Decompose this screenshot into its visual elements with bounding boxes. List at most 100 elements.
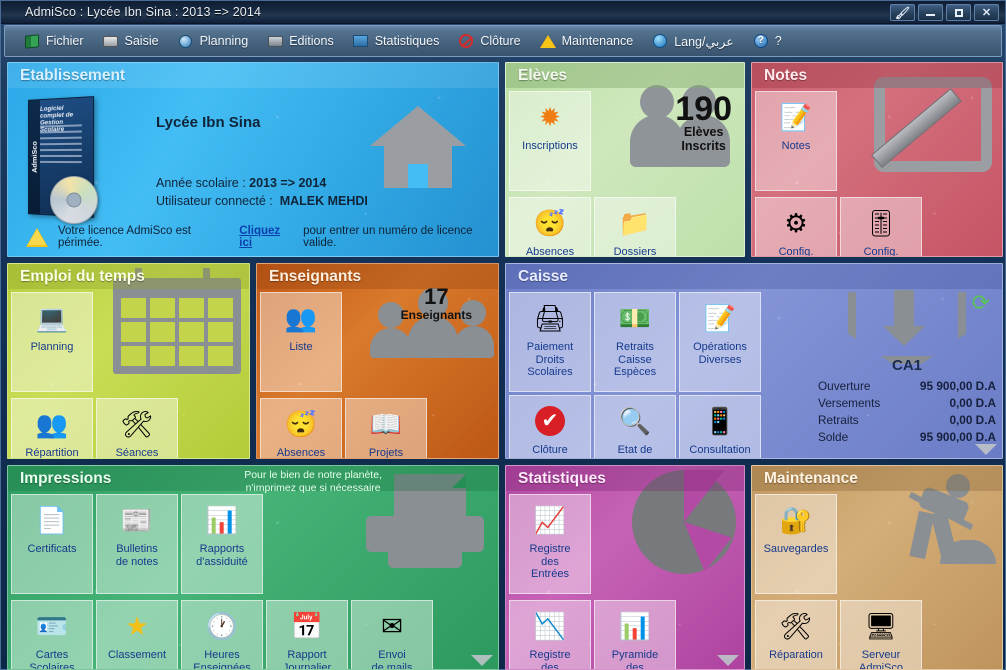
tile-label: Projets Pédagogiques [368, 447, 404, 459]
tile-serveur-admisco[interactable]: 🖥 Serveur AdmiSco [840, 600, 922, 669]
tile-pyramide-des-ages[interactable]: 📊 Pyramide des Âges [594, 600, 676, 669]
tile-label: Rapports d'assiduité [196, 543, 248, 568]
tile-inscriptions[interactable]: ✹ Inscriptions [509, 91, 591, 191]
bar-chart-icon: 📊 [618, 611, 652, 641]
calculator-icon: 📱 [703, 406, 737, 436]
statistiques-tiles: 📈 Registre des Entrées 📉 Registre des So… [506, 491, 744, 669]
tile-registre-sorties[interactable]: 📉 Registre des Sorties [509, 600, 591, 669]
tile-seances-enseignees[interactable]: 🛠 Séances enseignées [96, 398, 178, 458]
tile-operations-diverses[interactable]: 📝 Opérations Diverses [679, 292, 761, 392]
close-icon: ✕ [981, 7, 992, 19]
panel-title: Maintenance [752, 466, 1002, 491]
tile-rapport-journalier[interactable]: 📅 Rapport Journalier [266, 600, 348, 669]
title-bar: AdmiSco : Lycée Ibn Sina : 2013 => 2014 … [1, 1, 1005, 24]
summary-value: 95 900,00 D.A [919, 379, 996, 393]
tile-cloture-journee[interactable]: ✔ Clôture Journée [509, 395, 591, 458]
tile-dossiers[interactable]: 📁 Dossiers [594, 197, 676, 256]
tile-config-moyennes[interactable]: 🎚 Config. Moyennes [840, 197, 922, 256]
gear-window-icon: ⚙ [784, 208, 808, 238]
field-label: Utilisateur connecté : [156, 194, 273, 208]
tile-notes[interactable]: 📝 Notes [755, 91, 837, 191]
house-icon [370, 106, 466, 188]
tile-projets-pedagogiques[interactable]: 📖 Projets Pédagogiques [345, 398, 427, 459]
scroll-down-arrow[interactable] [471, 655, 493, 666]
menu-label: Fichier [46, 34, 84, 48]
tile-label: Inscriptions [522, 140, 578, 152]
tools-icon: 🛠 [120, 409, 154, 439]
impressions-tiles: 📄 Certificats 📰 Bulletins de notes 📊 Rap… [8, 491, 438, 670]
menu-lang[interactable]: Lang/عربي [643, 28, 742, 54]
menu-label: Clôture [480, 34, 521, 48]
tile-reparation[interactable]: 🛠 Réparation [755, 600, 837, 669]
panel-emploi-du-temps: Emploi du temps 💻 Planning 👥 Répartition… [7, 263, 250, 459]
tile-liste-enseignants[interactable]: 👥 Liste [260, 292, 342, 392]
menu-help[interactable]: ? ? [744, 28, 790, 54]
tile-certificats[interactable]: 📄 Certificats [11, 494, 93, 594]
theme-button[interactable]: 🖌 [890, 4, 915, 21]
close-button[interactable]: ✕ [974, 4, 999, 21]
menu-fichier[interactable]: Fichier [15, 28, 92, 54]
product-box-icon: AdmiSco Logiciel complet de Gestion Scol… [20, 96, 108, 226]
panel-maintenance: Maintenance 🔐 Sauvegardes 🛠 Réparation 🖥… [751, 465, 1003, 670]
magnifier-folder-icon: 🔍 [618, 406, 652, 436]
box-brand: AdmiSco [30, 141, 39, 173]
book-icon [23, 33, 41, 49]
maximize-icon [954, 8, 963, 17]
scroll-down-arrow[interactable] [975, 444, 997, 455]
tile-heures-enseignees[interactable]: 🕐 Heures Enseignées [181, 600, 263, 669]
window-title: AdmiSco : Lycée Ibn Sina : 2013 => 2014 [25, 5, 262, 19]
tile-envoi-de-mails[interactable]: ✉ Envoi de mails [351, 600, 433, 669]
tile-absences-eleves[interactable]: 😴 Absences [509, 197, 591, 256]
panel-caisse: Caisse ⟳ CA1 Ouverture 95 900,00 D.A Ver… [505, 263, 1003, 459]
menu-editions[interactable]: Editions [258, 28, 341, 54]
calendar-25-icon: 📅 [290, 611, 324, 641]
menu-planning[interactable]: Planning [169, 28, 257, 54]
notes-tiles: 📝 Notes ⚙ Config. Matières 🎚 Config. Moy… [752, 88, 1002, 256]
panel-statistiques: Statistiques 📈 Registre des Entrées 📉 Re… [505, 465, 745, 670]
menu-statistiques[interactable]: Statistiques [344, 28, 448, 54]
sliders-icon: 🎚 [864, 208, 898, 238]
panel-title: Notes [752, 63, 1002, 88]
tile-cartes-scolaires[interactable]: 🪪 Cartes Scolaires [11, 600, 93, 670]
tile-etat-paiement-droits[interactable]: 🔍 Etat de paiement des droits scolaires [594, 395, 676, 458]
money-stack-icon: 💵 [618, 303, 652, 333]
tile-sauvegardes[interactable]: 🔐 Sauvegardes [755, 494, 837, 594]
tile-label: Opérations Diverses [693, 341, 747, 366]
minimize-button[interactable] [918, 4, 943, 21]
tile-rapports-assiduite[interactable]: 📊 Rapports d'assiduité [181, 494, 263, 594]
tile-label: Bulletins de notes [115, 543, 159, 568]
tile-absences-enseignants[interactable]: 😴 Absences [260, 398, 342, 458]
scroll-down-arrow[interactable] [717, 655, 739, 666]
menu-label: ? [774, 34, 782, 48]
licence-link[interactable]: Cliquez ici [239, 225, 293, 249]
document-icon: 📄 [35, 505, 69, 535]
students-count-value: 190 [675, 90, 732, 128]
caisse-summary-area: ⟳ CA1 Ouverture 95 900,00 D.A Versements… [818, 290, 996, 446]
teachers-counter: 17 Enseignants [401, 286, 472, 323]
tile-classement[interactable]: ★ Classement [96, 600, 178, 669]
menu-label: Editions [289, 34, 334, 48]
tile-bulletins-de-notes[interactable]: 📰 Bulletins de notes [96, 494, 178, 594]
panel-title: Elèves [506, 63, 744, 88]
menu-cloture[interactable]: Clôture [449, 28, 528, 54]
dashboard: Etablissement AdmiSco Logiciel complet d… [1, 57, 1005, 670]
tile-registre-entrees[interactable]: 📈 Registre des Entrées [509, 494, 591, 594]
menu-label: Maintenance [561, 34, 634, 48]
tile-label: Notes [781, 140, 811, 152]
menu-saisie[interactable]: Saisie [94, 28, 167, 54]
tile-retraits-caisse-especes[interactable]: 💵 Retraits Caisse Espèces [594, 292, 676, 392]
tile-planning[interactable]: 💻 Planning [11, 292, 93, 392]
tile-label: Cartes Scolaires [29, 649, 75, 670]
maximize-button[interactable] [946, 4, 971, 21]
tile-paiement-droits-scolaires[interactable]: 🖨 Paiement Droits Scolaires [509, 292, 591, 392]
summary-row: Retraits 0,00 D.A [818, 412, 996, 429]
menu-maintenance[interactable]: Maintenance [531, 28, 642, 54]
eco-note-line1: Pour le bien de notre planète, [244, 469, 382, 481]
tile-label: Retraits Caisse Espèces [613, 341, 657, 378]
tile-config-matieres[interactable]: ⚙ Config. Matières [755, 197, 837, 256]
summary-value: 0,00 D.A [949, 413, 996, 427]
tile-consultation-comptes[interactable]: 📱 Consultation des Comptes [679, 395, 761, 458]
printer-icon [266, 33, 284, 49]
tile-repartition-enseignants[interactable]: 👥 Répartition Enseignants [11, 398, 93, 458]
sun-burst-icon: ✹ [539, 102, 561, 132]
